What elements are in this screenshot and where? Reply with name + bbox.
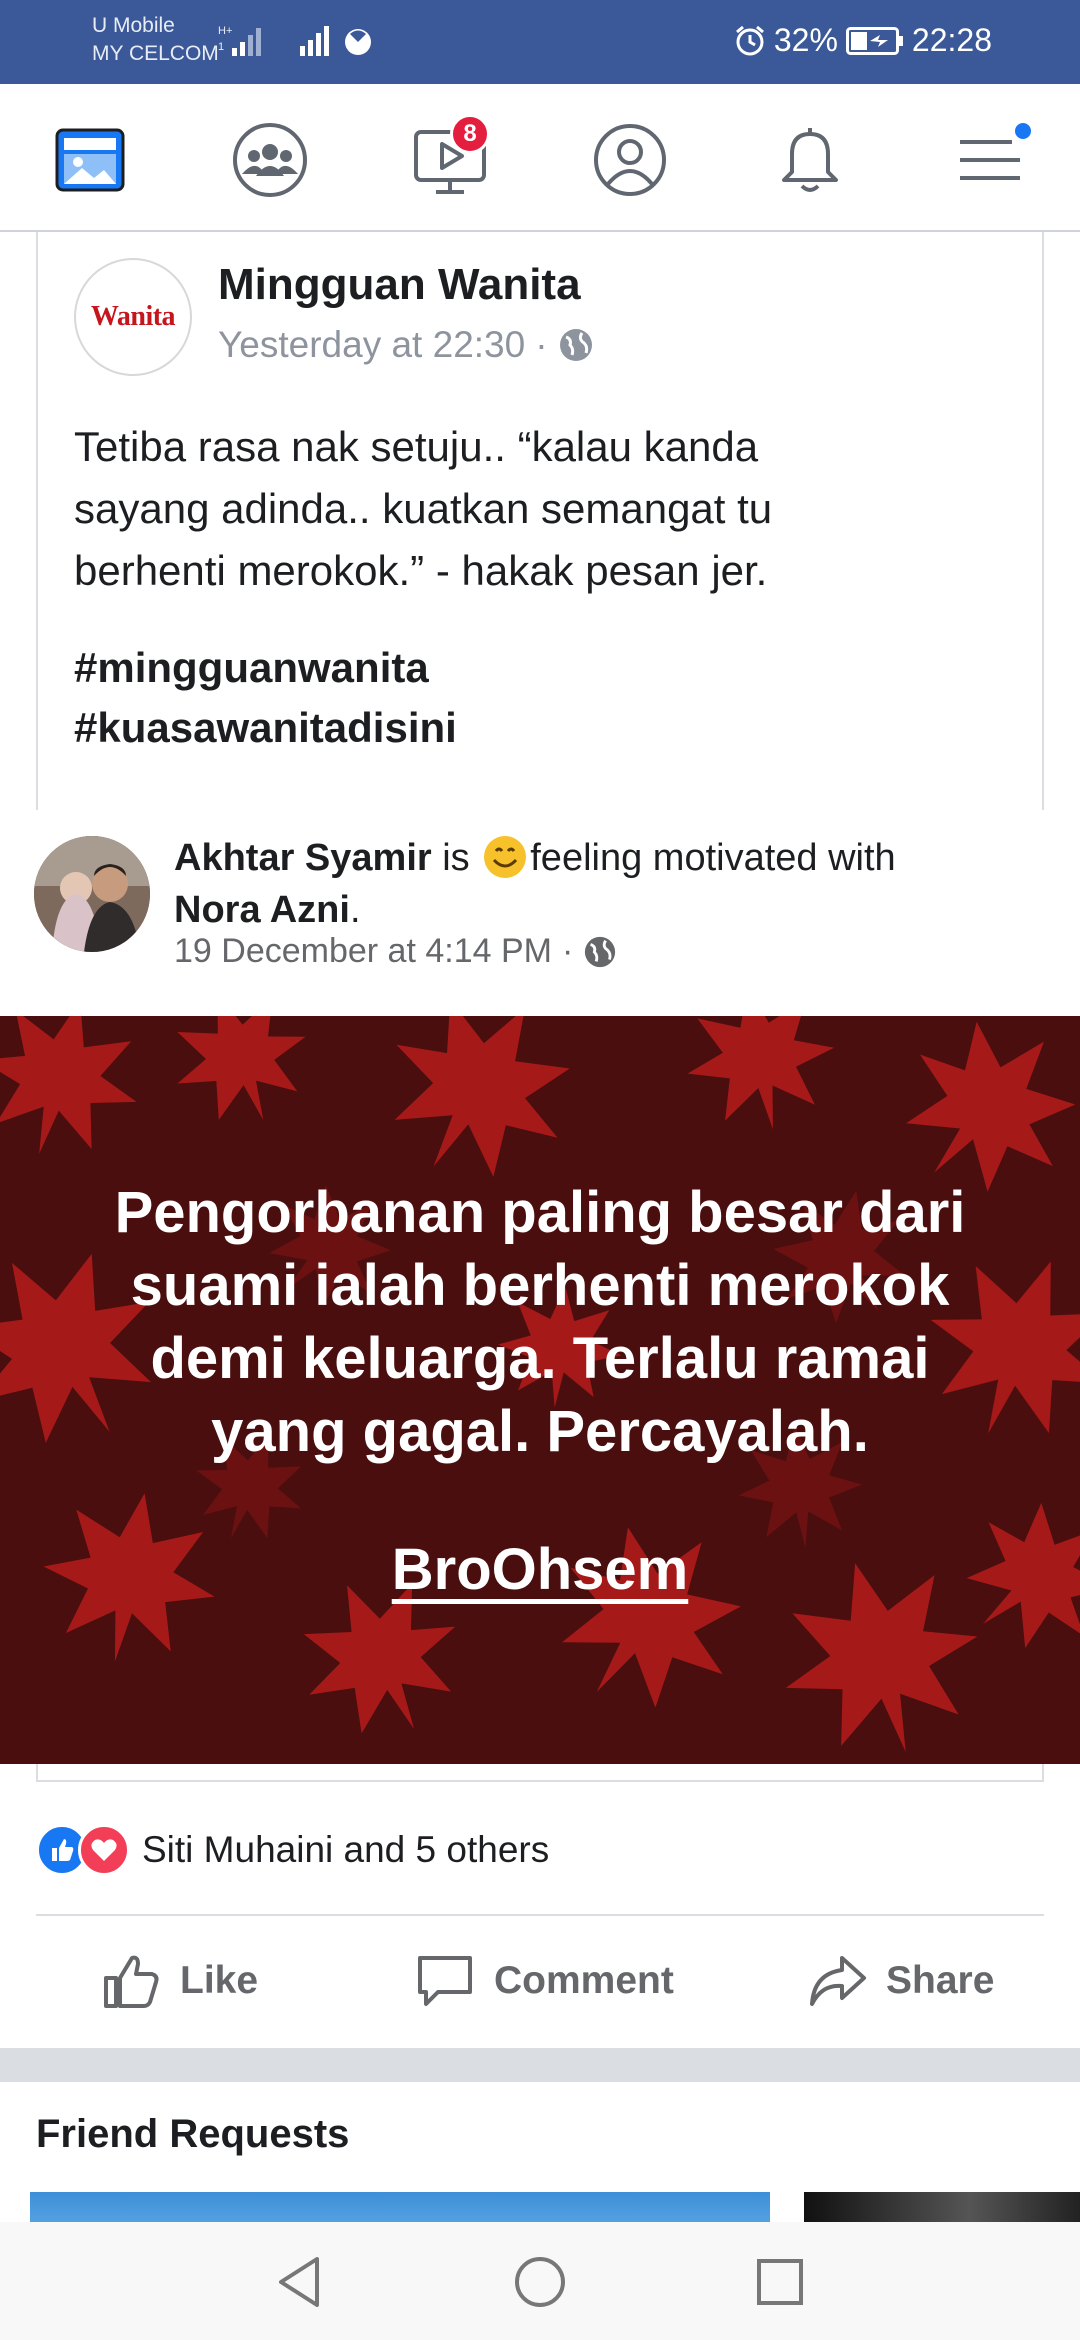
home-button[interactable] (510, 2252, 570, 2312)
love-reaction-icon (78, 1824, 130, 1876)
signature-text: BroOhsem (391, 1537, 689, 1602)
page-avatar[interactable]: Wanita (74, 258, 192, 376)
is-text: is (442, 837, 470, 879)
user-avatar[interactable] (34, 836, 150, 952)
comment-label: Comment (494, 1959, 674, 2002)
signal-icon: H+ 1 (218, 25, 261, 56)
status-bar: U Mobile MY CELCOM H+ 1 32% 22:28 (0, 0, 1080, 84)
back-icon (279, 2257, 319, 2307)
tab-menu[interactable] (944, 114, 1036, 206)
groups-icon (233, 123, 307, 197)
post-card-mingguan-wanita: Wanita Mingguan Wanita Yesterday at 22:3… (36, 232, 1044, 810)
home-icon (515, 2257, 565, 2307)
status-right: 32% 22:28 (734, 22, 992, 59)
tab-profile[interactable] (584, 114, 676, 206)
battery-percent: 32% (773, 22, 838, 58)
notifications-icon (782, 128, 838, 192)
tab-watch[interactable]: 8 (404, 114, 496, 206)
battery-icon (845, 26, 903, 55)
globe-icon (559, 329, 592, 361)
share-button[interactable]: Share (806, 1950, 994, 2012)
post-headline: Akhtar Syamir is feeling motivated with … (174, 832, 1054, 936)
smile-emoji-icon (484, 836, 527, 878)
post-time[interactable]: 19 December at 4:14 PM (174, 932, 552, 971)
post-text-line: Tetiba rasa nak setuju.. “kalau kanda (74, 423, 759, 470)
menu-notification-dot (1012, 120, 1034, 142)
comment-icon (418, 1956, 472, 2006)
post-author[interactable]: Akhtar Syamir (174, 837, 432, 879)
recents-icon (757, 2259, 803, 2305)
card-border (36, 1764, 1044, 1782)
profile-icon (594, 124, 666, 196)
quote-line: suami ialah berhenti merokok (130, 1253, 950, 1318)
comment-button[interactable]: Comment (414, 1950, 674, 2012)
signal-icon-2 (300, 26, 371, 56)
section-separator (0, 2048, 1080, 2082)
like-icon (104, 1955, 159, 2008)
hashtag-mingguanwanita[interactable]: #mingguanwanita (74, 644, 429, 692)
carrier-line-1: U Mobile (92, 14, 175, 37)
carrier-line-2: MY CELCOM (92, 42, 219, 65)
post-meta: 19 December at 4:14 PM · (174, 932, 617, 971)
mingguan-wanita-logo: Wanita (90, 301, 176, 332)
tab-groups[interactable] (224, 114, 316, 206)
system-navigation-bar (0, 2222, 1080, 2340)
quote-text: Pengorbanan paling besar dari suami iala… (0, 1176, 1080, 1468)
avatar-photo (34, 836, 150, 952)
news-feed-icon (55, 128, 125, 192)
watch-badge: 8 (450, 114, 490, 154)
alarm-icon (735, 25, 764, 55)
post-text-line: sayang adinda.. kuatkan semangat tu (74, 485, 773, 532)
hashtag-kuasawanitadisini[interactable]: #kuasawanitadisini (74, 704, 457, 752)
share-label: Share (886, 1959, 995, 2002)
meta-separator: · (535, 324, 548, 365)
quote-signature: BroOhsem (0, 1536, 1080, 1603)
carrier-info: U Mobile MY CELCOM (92, 12, 219, 68)
meta-separator: · (561, 932, 574, 970)
recents-button[interactable] (750, 2252, 810, 2312)
globe-icon (585, 936, 616, 967)
quote-line: demi keluarga. Terlalu ramai (150, 1326, 930, 1391)
clock: 22:28 (911, 22, 992, 58)
post-time[interactable]: Yesterday at 22:30 (218, 324, 525, 366)
post-meta: Yesterday at 22:30 · (218, 324, 594, 366)
quote-line: Pengorbanan paling besar dari (114, 1180, 966, 1245)
tab-notifications[interactable] (764, 114, 856, 206)
post-image[interactable]: Pengorbanan paling besar dari suami iala… (0, 1016, 1080, 1764)
quote-line: yang gagal. Percayalah. (211, 1399, 869, 1464)
tab-news-feed[interactable] (44, 114, 136, 206)
facebook-tab-bar: 8 (0, 84, 1080, 232)
post-text-line: berhenti merokok.” - hakak pesan jer. (74, 547, 768, 594)
reactions-summary[interactable]: Siti Muhaini and 5 others (36, 1820, 549, 1880)
post-header-akhtar: Akhtar Syamir is feeling motivated with … (0, 810, 1080, 1016)
share-icon (810, 1956, 866, 2006)
friend-requests-title: Friend Requests (36, 2112, 350, 2156)
tagged-user[interactable]: Nora Azni (174, 889, 350, 931)
reactions-text: Siti Muhaini and 5 others (142, 1829, 550, 1870)
svg-text:H+: H+ (218, 25, 232, 37)
post-body: Tetiba rasa nak setuju.. “kalau kanda sa… (74, 416, 1014, 602)
like-label: Like (180, 1959, 259, 2002)
period: . (349, 889, 361, 931)
post-author[interactable]: Mingguan Wanita (218, 260, 581, 310)
svg-text:1: 1 (218, 41, 224, 53)
feeling-text: feeling motivated with (530, 837, 896, 879)
like-button[interactable]: Like (100, 1950, 258, 2012)
back-button[interactable] (270, 2252, 330, 2312)
post-actions: Like Comment Share (0, 1916, 1080, 2046)
